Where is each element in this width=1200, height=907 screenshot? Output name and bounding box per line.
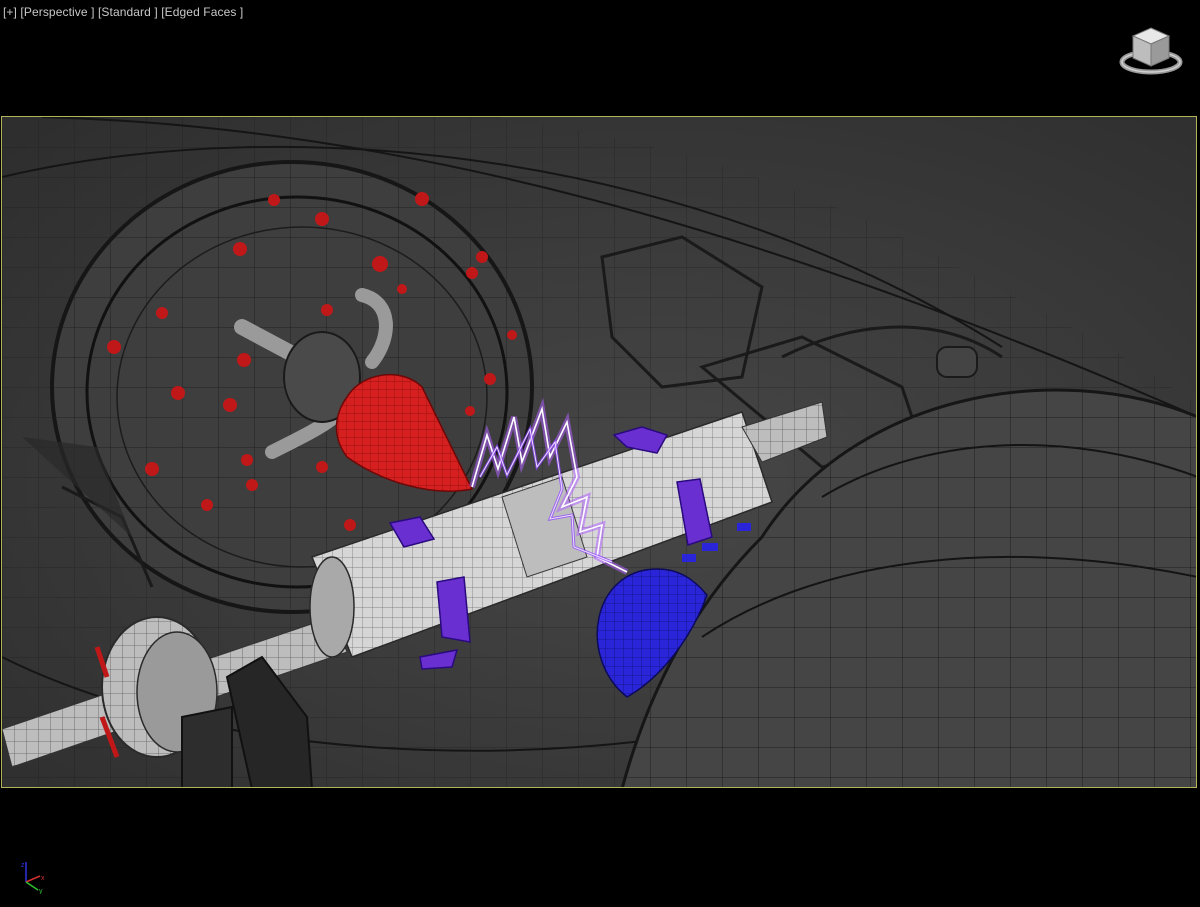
viewport-safe-frame[interactable]	[1, 116, 1197, 788]
viewport-label-menu: [+] [Perspective ] [Standard ] [Edged Fa…	[3, 5, 243, 19]
viewport-menu-plus[interactable]: [+]	[3, 5, 17, 19]
axis-label-z: z	[21, 862, 25, 869]
axis-label-y: y	[39, 888, 43, 894]
viewport-menu-pov[interactable]: [Perspective ]	[20, 5, 94, 19]
scene-canvas[interactable]	[2, 117, 1197, 788]
axis-tripod-icon: z x y	[14, 858, 48, 895]
viewport-menu-display[interactable]: [Edged Faces ]	[161, 5, 243, 19]
viewcube-icon[interactable]	[1118, 22, 1184, 80]
viewport-menu-shading[interactable]: [Standard ]	[98, 5, 158, 19]
axis-label-x: x	[41, 875, 45, 882]
